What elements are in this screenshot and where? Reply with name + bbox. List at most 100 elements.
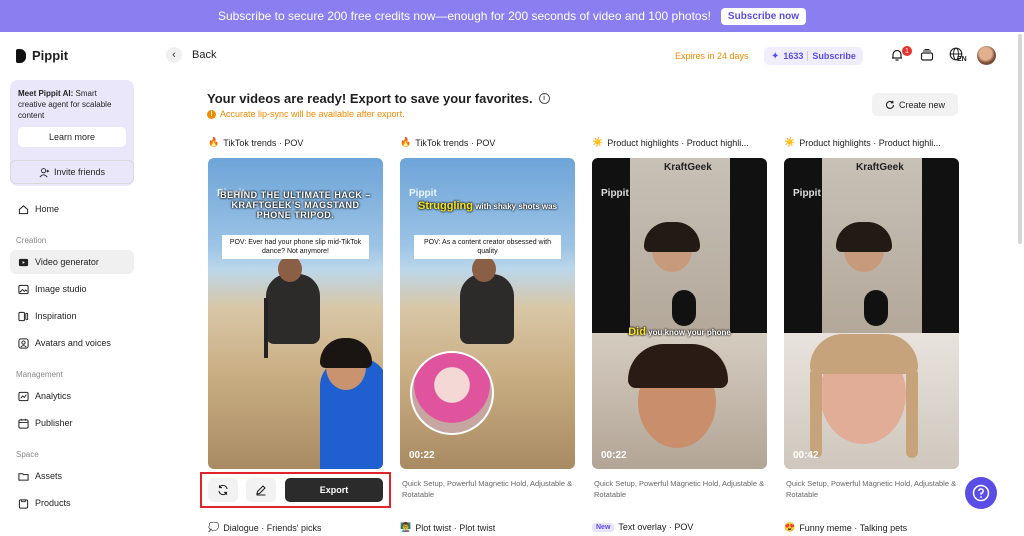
banner-text: Subscribe to secure 200 free credits now… bbox=[217, 9, 711, 23]
card-title: ☀️ Product highlights · Product highli..… bbox=[784, 137, 959, 148]
sidebar-item-avatars-voices[interactable]: Avatars and voices bbox=[10, 331, 134, 355]
person-head bbox=[472, 256, 496, 282]
brand-label: KraftGeek bbox=[664, 162, 712, 173]
invite-friends-button[interactable]: Invite friends bbox=[10, 160, 134, 184]
dark-panel bbox=[784, 158, 822, 333]
regenerate-icon bbox=[218, 484, 228, 496]
avatar-icon bbox=[18, 337, 29, 349]
notification-badge: 1 bbox=[902, 46, 912, 56]
sidebar-item-publisher[interactable]: Publisher bbox=[10, 411, 134, 435]
video-card[interactable]: Pippit BEHIND THE ULTIMATE HACK – KRAFTG… bbox=[208, 158, 383, 469]
card-title: 👨‍🏫 Plot twist · Plot twist bbox=[400, 522, 495, 533]
sidebar-item-label: Video generator bbox=[35, 257, 99, 267]
video-card[interactable]: Pippit Struggling with shaky shots was P… bbox=[400, 158, 575, 469]
brand-label: KraftGeek bbox=[856, 162, 904, 173]
sidebar-item-label: Home bbox=[35, 204, 60, 214]
card-title: ☀️ Product highlights · Product highli..… bbox=[592, 137, 767, 148]
sidebar-item-products[interactable]: Products bbox=[10, 491, 134, 515]
sun-icon: ☀️ bbox=[592, 137, 604, 147]
pippit-watermark: Pippit bbox=[793, 188, 821, 199]
video-caption: Did you know your phone bbox=[592, 326, 767, 338]
caption-highlight: Struggling bbox=[417, 200, 473, 212]
language-selector[interactable]: EN bbox=[949, 47, 969, 65]
scrollbar[interactable] bbox=[1018, 34, 1022, 244]
caption-highlight: Did bbox=[628, 326, 646, 338]
pippit-watermark: Pippit bbox=[601, 188, 629, 199]
pippit-watermark: Pippit bbox=[409, 188, 437, 199]
back-button[interactable]: ‹ Back bbox=[166, 47, 216, 63]
pov-caption: POV: As a content creator obsessed with … bbox=[414, 235, 561, 259]
calendar-icon bbox=[18, 418, 29, 429]
caption-rest: you know your phone bbox=[645, 328, 731, 337]
person-figure bbox=[266, 274, 320, 344]
fire-icon: 🔥 bbox=[208, 137, 220, 147]
image-icon bbox=[18, 284, 29, 294]
subscribe-now-button[interactable]: Subscribe now bbox=[720, 7, 807, 25]
back-label: Back bbox=[192, 49, 217, 61]
create-new-button[interactable]: Create new bbox=[872, 93, 958, 116]
card-title: 🔥 TikTok trends · POV bbox=[208, 137, 383, 148]
sidebar-item-image-studio[interactable]: Image studio bbox=[10, 277, 134, 301]
learn-more-button[interactable]: Learn more bbox=[18, 127, 126, 147]
phone-mount bbox=[864, 290, 888, 326]
edit-button[interactable] bbox=[246, 478, 276, 502]
card-title-text: TikTok trends · POV bbox=[223, 137, 304, 148]
video-description: Quick Setup, Powerful Magnetic Hold, Adj… bbox=[594, 479, 765, 499]
create-new-label: Create new bbox=[898, 99, 946, 110]
sidebar-item-analytics[interactable]: Analytics bbox=[10, 384, 134, 408]
braid bbox=[810, 368, 822, 458]
subscribe-link[interactable]: Subscribe bbox=[812, 51, 856, 61]
new-badge: New bbox=[592, 522, 615, 532]
video-card[interactable]: Pippit KraftGeek Did you know your phone… bbox=[592, 158, 767, 469]
teacher-icon: 👨‍🏫 bbox=[400, 522, 412, 532]
sidebar-item-label: Products bbox=[35, 498, 71, 508]
user-avatar[interactable] bbox=[977, 46, 996, 65]
person-head bbox=[278, 256, 302, 282]
video-icon bbox=[18, 258, 29, 266]
info-icon[interactable]: i bbox=[538, 93, 550, 104]
dark-panel bbox=[592, 158, 630, 333]
card-title-text: Plot twist · Plot twist bbox=[415, 522, 496, 533]
pencil-icon bbox=[256, 485, 266, 496]
sidebar-item-inspiration[interactable]: Inspiration bbox=[10, 304, 134, 328]
card-title-text: Funny meme · Talking pets bbox=[799, 522, 908, 533]
card-title-text: Product highlights · Product highli... bbox=[607, 137, 749, 148]
sidebar-item-label: Avatars and voices bbox=[35, 338, 111, 348]
section-creation: Creation bbox=[16, 236, 47, 245]
card-title: 💭 Dialogue · Friends' picks bbox=[208, 522, 321, 533]
sidebar-item-label: Assets bbox=[35, 471, 63, 481]
page-title: Your videos are ready! Export to save yo… bbox=[207, 91, 550, 106]
promo-text: Meet Pippit AI: Smart creative agent for… bbox=[18, 88, 126, 121]
video-caption: BEHIND THE ULTIMATE HACK – KRAFTGEEK'S M… bbox=[220, 190, 371, 220]
sidebar-item-home[interactable]: Home bbox=[10, 197, 134, 221]
logo-text: Pippit bbox=[32, 48, 69, 63]
braid bbox=[906, 368, 918, 458]
subscribe-banner: Subscribe to secure 200 free credits now… bbox=[0, 0, 1024, 32]
sidebar: Pippit Meet Pippit AI: Smart creative ag… bbox=[0, 32, 146, 536]
help-button[interactable] bbox=[965, 477, 997, 509]
logo[interactable]: Pippit bbox=[16, 48, 68, 63]
card-title-text: TikTok trends · POV bbox=[415, 137, 496, 148]
sidebar-item-label: Image studio bbox=[35, 284, 87, 294]
sidebar-item-assets[interactable]: Assets bbox=[10, 464, 134, 488]
sun-icon: ☀️ bbox=[784, 137, 796, 147]
export-button[interactable]: Export bbox=[285, 478, 383, 502]
video-duration: 00:22 bbox=[601, 450, 627, 461]
video-duration: 00:22 bbox=[409, 450, 435, 461]
sidebar-item-video-generator[interactable]: Video generator bbox=[10, 250, 134, 274]
pip-bubble bbox=[410, 351, 494, 435]
regenerate-button[interactable] bbox=[208, 478, 238, 502]
video-card[interactable]: Pippit KraftGeek 00:42 bbox=[784, 158, 959, 469]
dark-panel bbox=[922, 158, 959, 333]
credits-pill[interactable]: ✦ 1633 Subscribe bbox=[764, 47, 863, 65]
home-icon bbox=[18, 204, 29, 214]
heart-eyes-icon: 😍 bbox=[784, 522, 796, 532]
person-add-icon bbox=[39, 167, 50, 177]
expires-text: Expires in 24 days bbox=[675, 51, 749, 61]
section-management: Management bbox=[16, 370, 63, 379]
video-caption: Struggling with shaky shots was bbox=[400, 200, 575, 212]
invite-label: Invite friends bbox=[53, 167, 106, 177]
stack-icon[interactable] bbox=[920, 49, 934, 61]
chevron-left-icon: ‹ bbox=[166, 47, 182, 63]
pippit-logo-icon bbox=[16, 48, 26, 63]
